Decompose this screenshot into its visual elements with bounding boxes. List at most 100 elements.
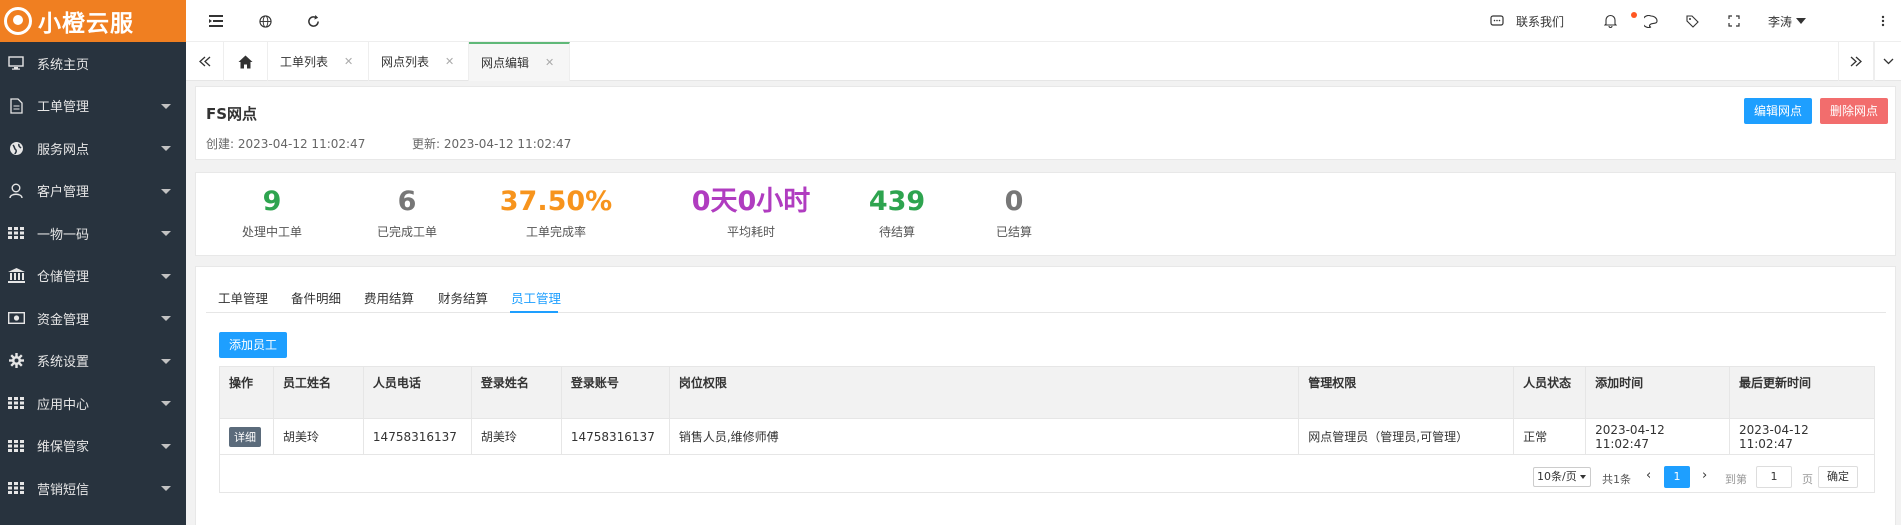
sidebar-item-label: 客户管理 [37, 185, 90, 201]
confirm-page-button[interactable]: 确定 [1818, 466, 1858, 488]
sidebar-item-9[interactable]: 维保管家 [0, 425, 186, 468]
goto-page-input[interactable]: 1 [1756, 466, 1792, 488]
stat-label: 处理中工单 [241, 225, 302, 239]
close-icon[interactable]: ✕ [344, 55, 353, 68]
column-header: 人员电话 [362, 366, 472, 419]
sidebar-item-label: 资金管理 [37, 312, 90, 328]
updated-info: 更新: 2023-04-12 11:02:47 [412, 135, 571, 152]
total-count: 共1条 [1602, 473, 1631, 486]
tabs-scroll-right-icon[interactable] [1838, 42, 1874, 81]
gear-icon [6, 353, 26, 369]
globe-icon[interactable] [256, 12, 274, 30]
logo-icon [4, 7, 32, 35]
menu-collapse-icon[interactable] [207, 12, 225, 30]
edit-site-button[interactable]: 编辑网点 [1744, 98, 1813, 124]
tab-staff-management[interactable]: 员工管理 [511, 288, 561, 307]
caret-down-icon [161, 188, 171, 194]
table-cell: 网点管理员（管理员,可管理） [1298, 418, 1515, 455]
tab-spare-parts[interactable]: 备件明细 [291, 288, 341, 307]
table-cell: 正常 [1513, 418, 1587, 455]
tab-work-order-list[interactable]: 工单列表 ✕ [268, 42, 369, 81]
sidebar-item-6[interactable]: 资金管理 [0, 297, 186, 340]
tab-label: 工单列表 [280, 55, 329, 69]
stat-label: 平均耗时 [726, 225, 775, 239]
sidebar-item-0[interactable]: 系统主页 [0, 42, 186, 85]
stat-value: 439 [868, 186, 926, 217]
sidebar-item-10[interactable]: 营销短信 [0, 467, 186, 510]
column-header: 操作 [219, 366, 274, 419]
caret-down-icon [161, 273, 171, 279]
stat-completed: 6 已完成工单 [365, 185, 449, 240]
grid-icon [6, 480, 26, 496]
delete-site-button[interactable]: 删除网点 [1820, 98, 1889, 124]
sidebar-item-3[interactable]: 客户管理 [0, 170, 186, 213]
page-size-value: 10条/页 [1537, 470, 1577, 483]
stat-processing: 9 处理中工单 [230, 185, 314, 240]
document-icon [6, 98, 26, 114]
stat-label: 工单完成率 [525, 225, 586, 239]
sidebar-item-label: 系统设置 [37, 355, 90, 371]
fullscreen-icon[interactable] [1725, 12, 1743, 30]
staff-management-card: 工单管理 备件明细 费用结算 财务结算 员工管理 添加员工 操作 员工姓名 人员… [195, 266, 1896, 525]
stat-value: 9 [262, 186, 282, 217]
close-icon[interactable]: ✕ [445, 55, 454, 68]
monitor-icon [6, 55, 26, 71]
more-vertical-icon[interactable] [1874, 12, 1892, 30]
theme-icon[interactable] [1642, 12, 1660, 30]
caret-down-icon [161, 231, 171, 236]
home-icon [238, 55, 253, 68]
tabs-menu-chevron-down-icon[interactable] [1874, 42, 1901, 81]
stat-label: 待结算 [878, 225, 915, 239]
sidebar-item-4[interactable]: 一物一码 [0, 212, 186, 255]
next-page-chevron-right-icon[interactable]: › [1702, 468, 1707, 483]
page-size-select[interactable]: 10条/页 [1533, 467, 1591, 487]
tab-site-edit[interactable]: 网点编辑 ✕ [469, 42, 570, 81]
tab-label: 网点列表 [381, 55, 430, 69]
contact-us-link[interactable]: 联系我们 [1516, 13, 1564, 30]
caret-down-icon [161, 401, 171, 406]
tab-work-orders[interactable]: 工单管理 [218, 288, 268, 307]
refresh-icon[interactable] [304, 12, 322, 30]
column-header: 员工姓名 [272, 366, 364, 419]
active-tab-underline [510, 311, 558, 313]
detail-button[interactable]: 详细 [229, 426, 261, 447]
user-name[interactable]: 李涛 [1768, 13, 1792, 30]
bell-icon[interactable] [1601, 12, 1619, 30]
prev-page-chevron-left-icon[interactable]: ‹ [1646, 468, 1651, 483]
tabs-divider [206, 312, 1886, 313]
column-header: 岗位权限 [668, 366, 1300, 419]
tabs-scroll-left-icon[interactable] [186, 42, 224, 81]
sidebar-item-label: 工单管理 [37, 100, 90, 116]
tab-fee-settlement[interactable]: 费用结算 [364, 288, 414, 307]
table-cell: 2023-04-12 11:02:47 [1728, 418, 1876, 455]
column-header: 登录姓名 [470, 366, 562, 419]
brand-logo[interactable]: 小橙云服 [0, 0, 186, 42]
current-page-button[interactable]: 1 [1664, 466, 1690, 488]
sidebar-item-5[interactable]: 仓储管理 [0, 255, 186, 298]
sidebar-item-label: 应用中心 [37, 397, 90, 413]
goto-page-value: 1 [1770, 470, 1778, 483]
stat-label: 已结算 [995, 225, 1032, 239]
user-dropdown-caret-icon[interactable] [1796, 18, 1806, 24]
caret-down-icon [161, 486, 171, 491]
sidebar-item-2[interactable]: 服务网点 [0, 127, 186, 170]
tag-icon[interactable] [1683, 12, 1701, 30]
close-icon[interactable]: ✕ [545, 56, 554, 69]
sidebar-item-label: 一物一码 [37, 227, 90, 243]
table-cell: 14758316137 [560, 418, 670, 455]
sidebar: 小橙云服 系统主页工单管理服务网点客户管理一物一码仓储管理资金管理系统设置应用中… [0, 0, 186, 525]
created-info: 创建: 2023-04-12 11:02:47 [206, 135, 365, 152]
sidebar-item-7[interactable]: 系统设置 [0, 340, 186, 383]
stats-card: 9 处理中工单 6 已完成工单 37.50% 工单完成率 0天0小时 平均耗时 … [195, 172, 1896, 256]
tab-site-list[interactable]: 网点列表 ✕ [369, 42, 469, 81]
sidebar-item-label: 系统主页 [37, 57, 90, 73]
tab-finance-settlement[interactable]: 财务结算 [438, 288, 488, 307]
created-time: 2023-04-12 11:02:47 [237, 137, 366, 151]
bank-icon [6, 268, 26, 284]
tab-home[interactable] [224, 42, 268, 81]
sidebar-item-1[interactable]: 工单管理 [0, 85, 186, 128]
sidebar-item-label: 仓储管理 [37, 270, 90, 286]
add-staff-button[interactable]: 添加员工 [219, 332, 288, 358]
chat-icon[interactable] [1488, 12, 1506, 30]
sidebar-item-8[interactable]: 应用中心 [0, 382, 186, 425]
